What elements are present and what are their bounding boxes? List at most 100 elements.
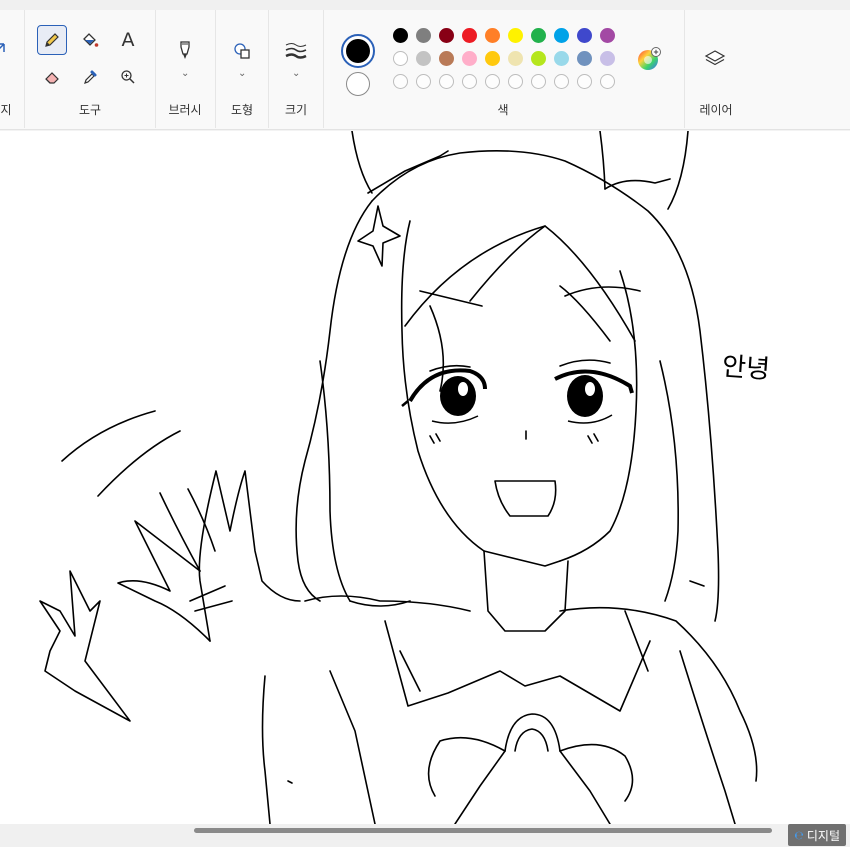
shapes-dropdown-button[interactable]	[227, 36, 257, 66]
watermark-logo-icon: ℮	[794, 828, 804, 842]
bow-knot-inner-stroke	[514, 728, 549, 752]
color-picker-tool-button[interactable]	[75, 62, 105, 92]
blush-marks	[429, 433, 599, 444]
left-ear-stroke	[351, 131, 373, 194]
misc-dot	[287, 780, 293, 784]
color-swatch[interactable]	[577, 51, 592, 66]
edit-colors-button[interactable]	[636, 46, 662, 72]
text-tool-button[interactable]: A	[113, 25, 143, 55]
left-arm-stroke	[261, 675, 271, 824]
color-swatch[interactable]	[462, 28, 477, 43]
collar-right-stroke	[624, 610, 649, 672]
motion-line-1	[61, 410, 156, 462]
fill-bucket-icon	[83, 33, 99, 47]
drawing-canvas[interactable]: 안녕	[0, 131, 850, 824]
primary-color-button[interactable]	[341, 34, 375, 68]
color-swatch[interactable]	[416, 51, 431, 66]
misc-stroke	[689, 580, 705, 587]
color-swatch[interactable]	[508, 51, 523, 66]
color-swatch[interactable]	[439, 28, 454, 43]
shoulder-right-stroke	[559, 606, 758, 782]
drawing-artwork	[39, 131, 758, 824]
color-swatch[interactable]	[508, 28, 523, 43]
separator	[268, 10, 269, 128]
zoom-icon	[121, 70, 135, 84]
custom-color-slot[interactable]	[462, 74, 477, 89]
chevron-down-icon: ⌄	[292, 68, 301, 79]
chevron-down-icon: ⌄	[181, 68, 190, 79]
custom-color-slot[interactable]	[600, 74, 615, 89]
custom-color-slot[interactable]	[393, 74, 408, 89]
right-eye	[554, 369, 634, 424]
hair-strand-left	[319, 360, 351, 602]
hair-strand-right	[659, 360, 679, 602]
separator	[155, 10, 156, 128]
image-select-button[interactable]	[0, 38, 10, 66]
bangs-strand-stroke	[469, 225, 546, 302]
right-ear-outer-stroke	[667, 131, 689, 210]
custom-color-slot[interactable]	[531, 74, 546, 89]
title-strip	[0, 0, 850, 10]
secondary-color-button[interactable]	[346, 72, 370, 96]
color-swatch[interactable]	[554, 28, 569, 43]
face-right-contour	[559, 270, 638, 562]
watermark-label: 디지털	[806, 828, 840, 843]
custom-color-slot[interactable]	[577, 74, 592, 89]
sailor-collar-stroke	[384, 620, 651, 712]
color-swatch[interactable]	[393, 51, 408, 66]
motion-line-2	[97, 430, 181, 497]
left-eye	[401, 368, 487, 424]
fill-tool-button[interactable]	[75, 25, 105, 55]
color-swatch[interactable]	[600, 28, 615, 43]
color-swatch[interactable]	[485, 51, 500, 66]
hand-palm-stroke	[198, 470, 301, 642]
paint-app-window: 지 A 도구 ⌄ 브러시 ⌄ 도형 ⌄ 크기 색 레이어 안녕 ℮ 디지털	[0, 0, 850, 847]
color-swatch[interactable]	[577, 28, 592, 43]
group-label-layers: 레이어	[699, 103, 733, 117]
custom-color-slot[interactable]	[554, 74, 569, 89]
color-swatch[interactable]	[393, 28, 408, 43]
handwritten-greeting-text: 안녕	[721, 351, 771, 386]
layers-button[interactable]	[700, 44, 730, 74]
separator	[215, 10, 216, 128]
hand-finger-stroke-2	[159, 492, 201, 572]
group-label-shapes: 도형	[230, 103, 254, 117]
color-swatch[interactable]	[531, 51, 546, 66]
chevron-down-icon: ⌄	[238, 68, 247, 79]
bow-tails-stroke	[454, 750, 611, 824]
layers-icon	[704, 50, 726, 66]
right-arm-stroke	[679, 650, 736, 824]
custom-color-slot[interactable]	[485, 74, 500, 89]
ribbon-toolbar: 지 A 도구 ⌄ 브러시 ⌄ 도형 ⌄ 크기 색 레이어	[0, 10, 850, 130]
magnifier-tool-button[interactable]	[113, 62, 143, 92]
color-swatch[interactable]	[531, 28, 546, 43]
color-swatch[interactable]	[462, 51, 477, 66]
separator	[323, 10, 324, 128]
color-swatch[interactable]	[485, 28, 500, 43]
text-icon: A	[121, 29, 135, 51]
separator	[684, 10, 685, 128]
eyedropper-icon	[84, 70, 97, 84]
star-hairclip-stroke	[357, 205, 401, 267]
left-arm-inner-stroke	[329, 670, 376, 824]
brush-dropdown-button[interactable]	[170, 35, 200, 65]
color-swatch[interactable]	[600, 51, 615, 66]
pencil-icon	[45, 33, 59, 47]
group-label-size: 크기	[284, 103, 308, 117]
eraser-tool-button[interactable]	[37, 62, 67, 92]
color-swatch[interactable]	[416, 28, 431, 43]
bow-right-loop	[559, 743, 634, 802]
horizontal-scrollbar[interactable]	[194, 828, 772, 833]
custom-color-slot[interactable]	[508, 74, 523, 89]
size-dropdown-button[interactable]	[281, 36, 311, 66]
custom-color-slot[interactable]	[416, 74, 431, 89]
custom-color-slot[interactable]	[439, 74, 454, 89]
chin-stroke	[483, 550, 561, 567]
right-eyebrow	[559, 359, 611, 367]
color-swatch[interactable]	[554, 51, 569, 66]
watermark: ℮ 디지털	[788, 824, 846, 846]
pencil-tool-button[interactable]	[37, 25, 67, 55]
left-hand-sketch-stroke	[39, 570, 131, 722]
group-label-colors: 색	[497, 103, 509, 117]
color-swatch[interactable]	[439, 51, 454, 66]
